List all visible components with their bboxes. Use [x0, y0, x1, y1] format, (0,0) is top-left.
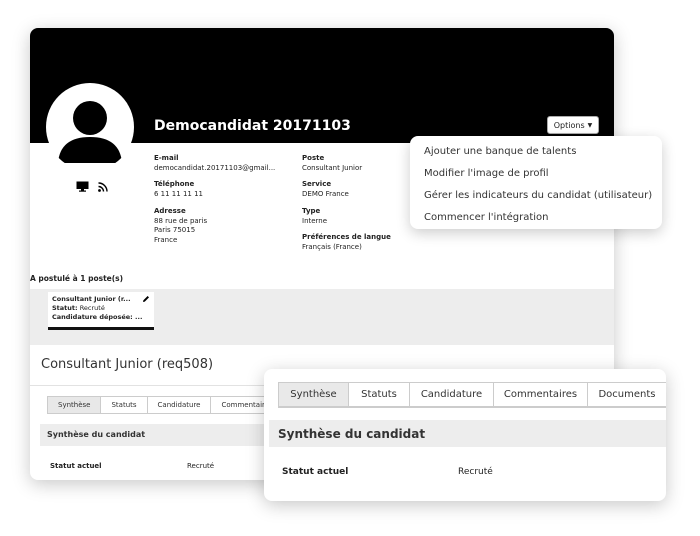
pencil-icon[interactable] — [142, 295, 150, 303]
applications-title: A postulé à 1 poste(s) — [30, 274, 124, 283]
email-field: E-mail democandidat.20171103@gmail... — [154, 154, 275, 173]
zoomed-summary-panel: Synthèse Statuts Candidature Commentaire… — [264, 369, 666, 501]
options-dropdown-menu: Ajouter une banque de talents Modifier l… — [410, 136, 662, 229]
summary-title: Synthèse du candidat — [47, 430, 146, 439]
service-field: Service DEMO France — [302, 180, 349, 199]
monitor-icon[interactable] — [76, 181, 89, 192]
email-value: democandidat.20171103@gmail... — [154, 163, 276, 172]
job-status-value: Recruté — [79, 304, 105, 312]
service-label: Service — [302, 180, 332, 188]
phone-label: Téléphone — [154, 180, 195, 188]
poste-value: Consultant Junior — [302, 163, 363, 172]
job-application-date-label: Candidature déposée: ... — [52, 313, 143, 321]
type-value: Interne — [302, 216, 328, 225]
candidate-name: Democandidat 20171103 — [154, 118, 351, 134]
address-line3: France — [154, 235, 178, 244]
language-label: Préférences de langue — [302, 233, 391, 241]
tab-statuts[interactable]: Statuts — [348, 382, 409, 407]
address-line2: Paris 75015 — [154, 226, 196, 234]
service-value: DEMO France — [302, 189, 349, 198]
avatar[interactable] — [46, 83, 134, 171]
job-application-card[interactable]: Consultant Junior (r... Statut: Recruté … — [48, 292, 154, 330]
tab-synthese[interactable]: Synthèse — [278, 382, 348, 407]
summary-header: Synthèse du candidat — [269, 420, 666, 447]
menu-item-manage-candidate-indicators[interactable]: Gérer les indicateurs du candidat (utili… — [410, 185, 662, 207]
menu-item-edit-profile-image[interactable]: Modifier l'image de profil — [410, 163, 662, 185]
menu-item-start-onboarding[interactable]: Commencer l'intégration — [410, 207, 662, 229]
job-title: Consultant Junior (r... — [52, 295, 131, 303]
poste-label: Poste — [302, 154, 325, 162]
requisition-tabs: Synthèse Statuts Candidature Commentaire… — [47, 396, 283, 414]
status-label: Statut actuel — [50, 462, 102, 470]
options-button[interactable]: Options ▼ — [547, 116, 599, 134]
user-avatar-icon — [58, 101, 122, 163]
requisition-title: Consultant Junior (req508) — [41, 357, 214, 372]
address-field: Adresse 88 rue de paris Paris 75015 Fran… — [154, 207, 207, 245]
profile-icons — [76, 181, 108, 192]
tab-candidature[interactable]: Candidature — [409, 382, 493, 407]
divider — [278, 407, 666, 408]
type-label: Type — [302, 207, 321, 215]
menu-item-add-talent-pool[interactable]: Ajouter une banque de talents — [410, 141, 662, 163]
rss-icon[interactable] — [98, 181, 108, 192]
caret-down-icon: ▼ — [587, 121, 593, 129]
summary-title: Synthèse du candidat — [278, 427, 426, 441]
job-status-label: Statut: — [52, 304, 78, 312]
options-label: Options — [553, 120, 585, 130]
tab-statuts[interactable]: Statuts — [100, 396, 147, 414]
language-field: Préférences de langue Français (France) — [302, 233, 391, 252]
status-value: Recruté — [187, 462, 215, 470]
tab-documents[interactable]: Documents — [587, 382, 666, 407]
tab-synthese[interactable]: Synthèse — [47, 396, 101, 414]
language-value: Français (France) — [302, 242, 362, 251]
status-value: Recruté — [458, 467, 493, 477]
phone-field: Téléphone 6 11 11 11 11 — [154, 180, 203, 199]
phone-value: 6 11 11 11 11 — [154, 189, 203, 198]
poste-field: Poste Consultant Junior — [302, 154, 362, 173]
address-label: Adresse — [154, 207, 186, 215]
tab-candidature[interactable]: Candidature — [146, 396, 211, 414]
address-line1: 88 rue de paris — [154, 216, 208, 225]
zoomed-tabs: Synthèse Statuts Candidature Commentaire… — [278, 382, 666, 407]
tab-commentaires[interactable]: Commentaires — [493, 382, 587, 407]
email-label: E-mail — [154, 154, 179, 162]
status-label: Statut actuel — [282, 467, 349, 477]
type-field: Type Interne — [302, 207, 327, 226]
